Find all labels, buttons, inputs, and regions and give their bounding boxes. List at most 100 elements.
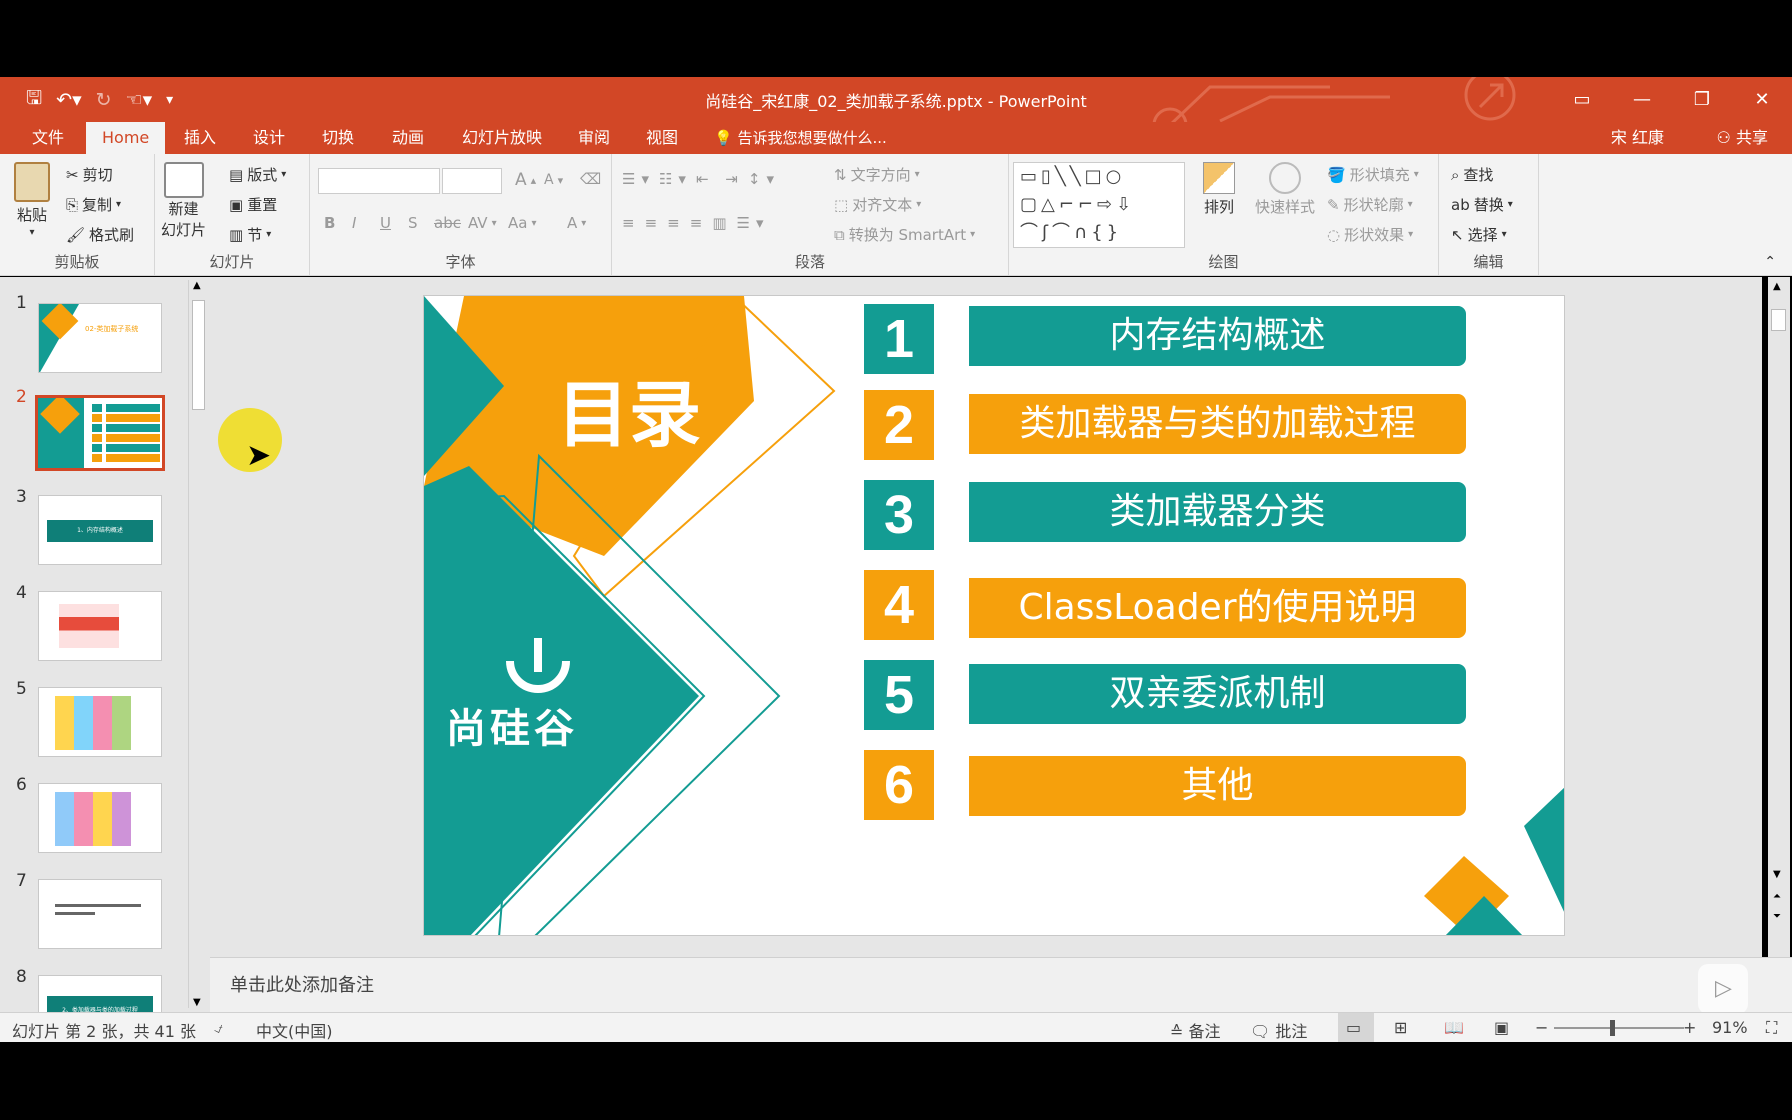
zoom-slider-handle[interactable] [1610, 1020, 1615, 1036]
slide-thumbnail-6[interactable] [38, 783, 162, 853]
grow-font-button[interactable]: A ▴ [515, 170, 536, 190]
thumb-number: 4 [16, 583, 27, 603]
tab-view[interactable]: 视图 [634, 122, 690, 154]
strikethrough-button[interactable]: abc [434, 214, 461, 232]
section-button[interactable]: ▥ 节 ▾ [229, 224, 271, 245]
tab-animations[interactable]: 动画 [380, 122, 436, 154]
notes-pane[interactable]: 单击此处添加备注 ▷ [210, 957, 1792, 1014]
slide-thumbnail-5[interactable] [38, 687, 162, 757]
font-name-input[interactable] [318, 168, 440, 194]
spell-check-icon[interactable]: ⍻ [214, 1018, 223, 1038]
underline-button[interactable]: U [380, 214, 391, 232]
section-icon: ▥ [229, 225, 244, 244]
slide-thumbnail-2[interactable] [35, 395, 165, 471]
ribbon-display-options-icon[interactable]: ▭ [1552, 77, 1612, 122]
char-spacing-button[interactable]: AV ▾ [468, 214, 497, 232]
shadow-button[interactable]: S [408, 214, 418, 232]
shapes-gallery[interactable]: ▭▯╲╲□○ ▢△⌐⌐⇨⇩ ⌒ʃ⌒∩{} [1013, 162, 1185, 248]
zoom-slider[interactable] [1554, 1020, 1684, 1036]
notes-toggle[interactable]: ≙ 备注 [1170, 1018, 1221, 1042]
slide-thumbnail-7[interactable] [38, 879, 162, 949]
section-label: 节 [247, 226, 263, 244]
new-slide-label-1: 新建 [168, 200, 199, 218]
shape-outline-button[interactable]: ✎ 形状轮廓 ▾ [1327, 194, 1413, 215]
tab-file[interactable]: 文件 [20, 122, 76, 154]
slide-sorter-icon[interactable]: ⊞ [1394, 1018, 1407, 1037]
previous-slide-icon[interactable]: ⏶ [1773, 891, 1781, 902]
scroll-up-icon[interactable]: ▲ [193, 280, 201, 291]
shape-fill-button[interactable]: 🪣 形状填充 ▾ [1327, 164, 1419, 185]
slide-thumbnail-3[interactable]: 1、内存结构概述 [38, 495, 162, 565]
thumb-shape [55, 912, 95, 915]
window-title: 尚硅谷_宋红康_02_类加载子系统.pptx - PowerPoint [705, 92, 1087, 111]
scroll-down-icon[interactable]: ▼ [1773, 869, 1781, 880]
agenda-item-6: 其他 [969, 756, 1466, 816]
zoom-level[interactable]: 91% [1712, 1018, 1748, 1037]
thumb-caption: 2、类加载器与类的加载过程 [47, 996, 153, 1012]
text-direction-button[interactable]: ⇅ 文字方向 ▾ [834, 164, 920, 185]
scrollbar-thumb[interactable] [192, 300, 205, 410]
slide-scrollbar[interactable]: ▲ ▼ ⏶ ⏷ [1768, 277, 1790, 957]
play-icon[interactable]: ▷ [1698, 964, 1748, 1014]
next-slide-icon[interactable]: ⏷ [1773, 911, 1781, 922]
comments-toggle[interactable]: 🗨 批注 [1250, 1018, 1307, 1042]
share-button[interactable]: ⚇ 共享 [1717, 122, 1768, 154]
align-text-button[interactable]: ⬚ 对齐文本 ▾ [834, 194, 921, 215]
reset-button[interactable]: ▣ 重置 [229, 194, 277, 215]
font-size-input[interactable] [442, 168, 502, 194]
bold-button[interactable]: B [324, 214, 335, 232]
quick-styles-button[interactable]: 快速样式 [1255, 162, 1315, 217]
tab-design[interactable]: 设计 [241, 122, 297, 154]
close-button[interactable]: ✕ [1732, 77, 1792, 122]
format-painter-button[interactable]: 🖌 格式刷 [66, 224, 134, 245]
select-button[interactable]: ↖ 选择 ▾ [1451, 224, 1507, 245]
new-slide-button[interactable]: 新建 幻灯片 [161, 162, 206, 240]
language-indicator[interactable]: 中文(中国) [256, 1018, 333, 1042]
pointer-icon: ↖ [1451, 225, 1464, 244]
zoom-out-icon[interactable]: − [1535, 1018, 1548, 1037]
find-label: 查找 [1463, 166, 1494, 184]
find-button[interactable]: ⌕ 查找 [1451, 164, 1493, 185]
paste-button[interactable]: 粘贴 ▾ [14, 162, 50, 238]
slideshow-icon[interactable]: ▣ [1494, 1018, 1509, 1037]
collapse-ribbon-icon[interactable]: ⌃ [1764, 254, 1776, 270]
cut-button[interactable]: ✂ 剪切 [66, 164, 113, 185]
copy-button[interactable]: ⎘ 复制 ▾ [66, 194, 121, 215]
scroll-up-icon[interactable]: ▲ [1773, 281, 1781, 292]
tab-slideshow[interactable]: 幻灯片放映 [450, 122, 554, 154]
layout-button[interactable]: ▤ 版式 ▾ [229, 164, 286, 185]
new-slide-label-2: 幻灯片 [161, 221, 207, 239]
justify-icon: ≡ [689, 214, 709, 232]
minimize-button[interactable]: — [1612, 77, 1672, 122]
font-color-button[interactable]: A ▾ [567, 214, 586, 232]
tell-me-box[interactable]: 💡 告诉我您想要做什么... [714, 122, 887, 154]
reading-view-icon[interactable]: 📖 [1444, 1018, 1464, 1037]
fit-slide-icon[interactable]: ⛶ [1766, 1018, 1777, 1038]
smartart-button[interactable]: ⧉ 转换为 SmartArt ▾ [834, 224, 975, 245]
zoom-in-icon[interactable]: + [1683, 1018, 1696, 1037]
tab-review[interactable]: 审阅 [566, 122, 622, 154]
indent-icon: ⇤ ⇥ [695, 170, 744, 188]
arrange-button[interactable]: 排列 [1203, 162, 1235, 217]
slide-thumbnail-8[interactable]: 2、类加载器与类的加载过程 [38, 975, 162, 1012]
italic-button[interactable]: I [352, 214, 356, 232]
align-buttons[interactable]: ≡ ≡ ≡ ≡ ▥ ☰▾ [622, 214, 769, 232]
user-name[interactable]: 宋 红康 [1611, 122, 1664, 154]
shrink-font-button[interactable]: A ▾ [544, 172, 563, 188]
restore-button[interactable]: ❐ [1672, 77, 1732, 122]
corner-teal-shape [1524, 787, 1564, 912]
thumbnail-scrollbar[interactable]: ▲ ▼ [188, 280, 208, 1008]
slide[interactable]: 目录 尚硅谷 1 内存结构概述 2 类加载器与类的加载过程 3 类加载器分类 4… [423, 295, 1565, 936]
scroll-down-icon[interactable]: ▼ [193, 997, 201, 1008]
clear-formatting-icon[interactable]: ⌫ [580, 170, 601, 188]
replace-button[interactable]: ab 替换 ▾ [1451, 194, 1513, 215]
tab-transitions[interactable]: 切换 [310, 122, 366, 154]
scrollbar-thumb[interactable] [1771, 309, 1786, 331]
tab-home[interactable]: Home [86, 122, 166, 154]
shape-effects-button[interactable]: ◌ 形状效果 ▾ [1327, 224, 1413, 245]
list-buttons[interactable]: ☰▾ ☷▾ ⇤ ⇥ ↕▾ [622, 170, 780, 188]
tab-insert[interactable]: 插入 [172, 122, 228, 154]
change-case-button[interactable]: Aa ▾ [508, 214, 536, 232]
slide-thumbnail-1[interactable]: 02-类加载子系统 [38, 303, 162, 373]
slide-thumbnail-4[interactable] [38, 591, 162, 661]
